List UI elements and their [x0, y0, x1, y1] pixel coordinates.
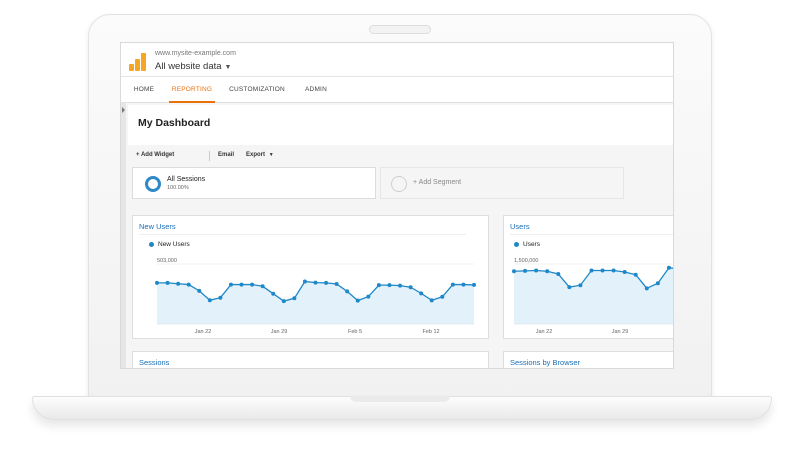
analytics-logo-icon[interactable]: [129, 53, 147, 71]
data-point: [197, 288, 202, 293]
add-widget-button[interactable]: + Add Widget: [136, 152, 174, 158]
data-point: [545, 269, 550, 274]
data-point: [155, 280, 159, 285]
data-point: [250, 282, 255, 287]
email-button[interactable]: Email: [218, 152, 234, 158]
widget-title[interactable]: Sessions by Browser: [510, 358, 580, 367]
data-point: [556, 271, 561, 276]
data-point: [260, 284, 265, 289]
data-point: [512, 269, 516, 274]
x-tick-label: Jan 29: [612, 329, 629, 335]
widget-sessions: Sessions: [132, 351, 489, 368]
widget-new-users: New Users New Users 503,000253,000Jan 22…: [132, 215, 489, 339]
data-point: [176, 281, 181, 286]
data-point: [334, 282, 339, 286]
data-point: [165, 280, 170, 285]
x-tick-label: Jan 22: [195, 329, 212, 335]
data-point: [387, 283, 392, 288]
data-point: [207, 298, 212, 303]
data-point: [186, 282, 191, 287]
browser-screen: www.mysite-example.com All website data ▼…: [120, 42, 674, 369]
top-bar: www.mysite-example.com All website data ▼: [121, 43, 673, 77]
new-users-chart: 503,000253,000Jan 22Jan 29Feb 5Feb 12: [155, 258, 476, 335]
sidebar-collapsed[interactable]: [121, 103, 126, 368]
laptop-notch: [350, 396, 450, 402]
data-point: [345, 289, 350, 294]
data-point: [324, 280, 329, 285]
data-point: [578, 283, 583, 288]
data-point: [218, 295, 223, 300]
data-point: [376, 283, 381, 288]
tab-admin[interactable]: ADMIN: [299, 77, 333, 103]
data-point: [567, 285, 572, 290]
data-point: [644, 286, 649, 291]
empty-circle-icon: [391, 176, 407, 192]
data-point: [450, 282, 455, 287]
data-point: [313, 280, 318, 285]
data-point: [534, 268, 539, 273]
data-point: [408, 285, 413, 290]
data-point: [600, 268, 605, 273]
users-chart: 1,500,000750,000Jan 22Jan 29Feb 5: [512, 258, 673, 335]
expand-arrow-icon[interactable]: [122, 107, 125, 113]
data-point: [622, 270, 627, 275]
add-segment-button[interactable]: + Add Segment: [380, 167, 624, 199]
data-point: [366, 294, 371, 299]
x-tick-label: Jan 22: [536, 329, 553, 335]
segment-circle-icon: [145, 176, 161, 192]
y-tick-label: 503,000: [157, 258, 177, 264]
site-url: www.mysite-example.com: [155, 50, 236, 57]
dashboard-header: My Dashboard: [128, 105, 673, 145]
data-point: [292, 296, 297, 301]
data-point: [523, 268, 528, 273]
widget-sessions-by-browser: Sessions by Browser: [503, 351, 673, 368]
view-selector[interactable]: All website data ▼: [155, 61, 231, 72]
series-area: [157, 281, 474, 324]
caret-down-icon: ▼: [224, 64, 232, 71]
tab-reporting[interactable]: REPORTING: [169, 77, 215, 103]
x-tick-label: Feb 5: [348, 329, 362, 335]
tab-home[interactable]: HOME: [129, 77, 159, 103]
tab-customization[interactable]: CUSTOMIZATION: [225, 77, 289, 103]
y-tick-label: 1,500,000: [514, 258, 538, 264]
data-point: [281, 299, 286, 304]
export-button[interactable]: Export ▼: [246, 152, 274, 158]
data-point: [429, 298, 434, 303]
series-area: [514, 267, 673, 324]
export-label: Export: [246, 152, 266, 158]
data-point: [611, 268, 616, 273]
data-point: [355, 298, 360, 303]
data-point: [461, 282, 466, 287]
add-segment-label: + Add Segment: [413, 179, 462, 186]
toolbar-divider: [209, 151, 210, 161]
data-point: [666, 265, 671, 270]
segment-percent: 100.00%: [167, 185, 189, 191]
data-point: [472, 282, 476, 287]
page-title: My Dashboard: [138, 117, 211, 129]
data-point: [440, 294, 445, 299]
data-point: [589, 268, 594, 273]
segment-name: All Sessions: [167, 176, 206, 183]
data-point: [239, 282, 244, 287]
dashboard-toolbar: + Add Widget Email Export ▼: [128, 147, 673, 165]
widget-users: Users Users 1,500,000750,000Jan 22Jan 29…: [503, 215, 673, 339]
data-point: [633, 272, 638, 277]
segment-bar: All Sessions 100.00% + Add Segment: [128, 167, 673, 199]
x-tick-label: Jan 29: [271, 329, 288, 335]
data-point: [398, 283, 403, 288]
view-name-label: All website data: [155, 61, 222, 72]
data-point: [271, 291, 276, 296]
data-point: [302, 279, 307, 284]
segment-all-sessions[interactable]: All Sessions 100.00%: [132, 167, 376, 199]
widget-title[interactable]: Sessions: [139, 358, 169, 367]
data-point: [655, 281, 660, 286]
caret-down-icon: ▼: [268, 152, 274, 158]
webcam: [369, 25, 431, 34]
data-point: [228, 282, 233, 287]
main-nav: HOME REPORTING CUSTOMIZATION ADMIN: [121, 77, 673, 103]
x-tick-label: Feb 12: [422, 329, 439, 335]
data-point: [419, 291, 424, 296]
